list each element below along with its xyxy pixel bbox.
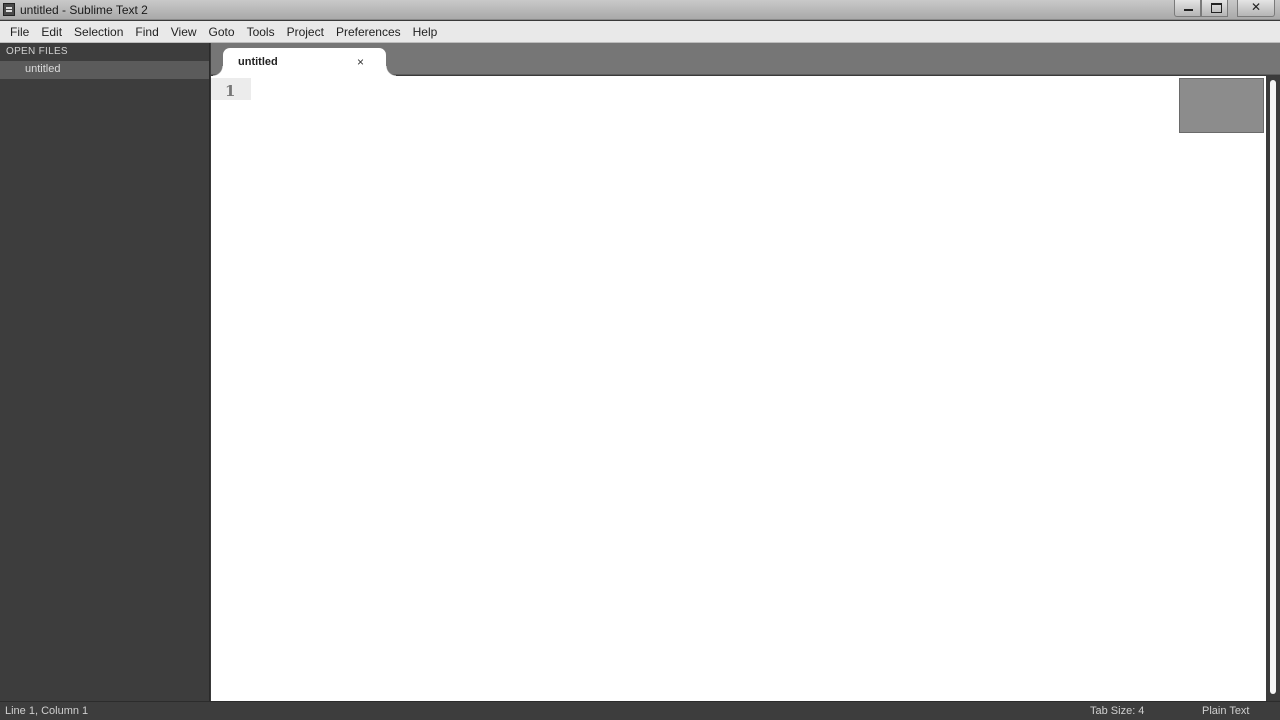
menu-selection[interactable]: Selection: [68, 21, 129, 43]
app-icon[interactable]: [3, 3, 15, 16]
sidebar: OPEN FILES untitled: [0, 43, 210, 701]
minimap-viewport[interactable]: [1179, 78, 1264, 133]
title-bar[interactable]: untitled - Sublime Text 2: [0, 0, 1280, 20]
scrollbar-thumb[interactable]: [1270, 80, 1276, 694]
open-files-header: OPEN FILES: [6, 46, 68, 57]
maximize-button[interactable]: [1201, 0, 1228, 17]
sidebar-file-label: untitled: [25, 63, 61, 75]
status-bar: Line 1, Column 1 Tab Size: 4 Plain Text: [0, 701, 1280, 720]
editor-area[interactable]: 1: [211, 76, 1280, 701]
menu-bar: File Edit Selection Find View Goto Tools…: [0, 21, 1280, 43]
tab-close-icon[interactable]: ×: [357, 55, 364, 69]
status-tab-size[interactable]: Tab Size: 4: [1090, 705, 1144, 717]
menu-help[interactable]: Help: [407, 21, 444, 43]
tab-bar: untitled ×: [211, 43, 1280, 76]
window-title: untitled - Sublime Text 2: [20, 3, 148, 17]
menu-project[interactable]: Project: [281, 21, 330, 43]
menu-view[interactable]: View: [165, 21, 203, 43]
menu-goto[interactable]: Goto: [203, 21, 241, 43]
menu-tools[interactable]: Tools: [241, 21, 281, 43]
vertical-scrollbar[interactable]: [1266, 76, 1280, 701]
status-syntax[interactable]: Plain Text: [1202, 705, 1250, 717]
sidebar-file-item[interactable]: untitled: [0, 61, 209, 79]
minimize-button[interactable]: [1174, 0, 1201, 17]
gutter-current-line: 1: [211, 78, 251, 100]
tab-label: untitled: [238, 56, 278, 68]
tab-untitled[interactable]: untitled ×: [213, 48, 396, 76]
menu-find[interactable]: Find: [129, 21, 164, 43]
menu-edit[interactable]: Edit: [35, 21, 68, 43]
status-cursor-position: Line 1, Column 1: [5, 705, 89, 717]
menu-preferences[interactable]: Preferences: [330, 21, 407, 43]
close-window-button[interactable]: [1237, 0, 1275, 17]
menu-file[interactable]: File: [4, 21, 35, 43]
line-number: 1: [225, 82, 236, 100]
